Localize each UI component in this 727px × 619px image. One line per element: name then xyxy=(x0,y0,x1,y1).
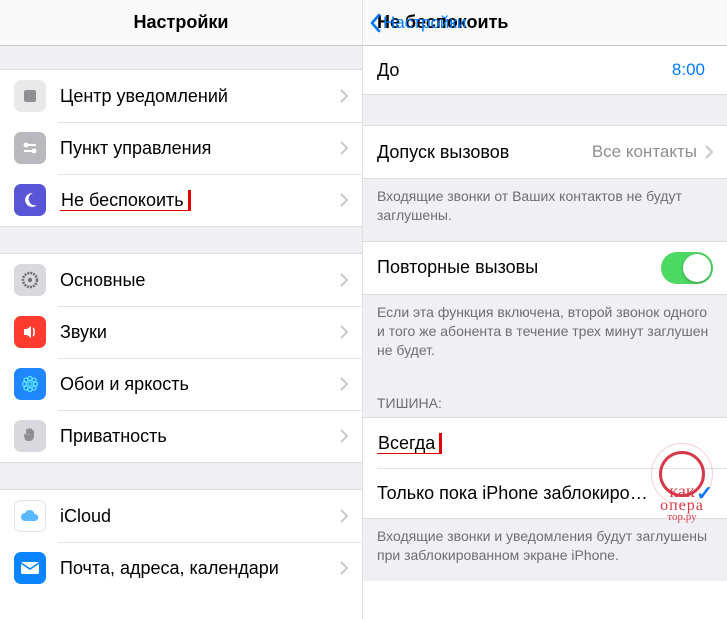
row-allow-calls[interactable]: Допуск вызовов Все контакты xyxy=(363,126,727,178)
chevron-right-icon xyxy=(340,141,348,155)
allow-calls-label: Допуск вызовов xyxy=(377,142,592,163)
row-control-center[interactable]: Пункт управления xyxy=(0,122,362,174)
chevron-right-icon xyxy=(340,89,348,103)
repeat-calls-footer: Если эта функция включена, второй звонок… xyxy=(363,294,727,376)
row-label: Не беспокоить xyxy=(60,190,340,211)
mail-icon xyxy=(14,552,46,584)
row-repeat-calls[interactable]: Повторные вызовы xyxy=(363,242,727,294)
control-center-icon xyxy=(14,132,46,164)
row-sounds[interactable]: Звуки xyxy=(0,306,362,358)
chevron-left-icon xyxy=(369,13,381,33)
row-silence-locked[interactable]: Только пока iPhone заблокиро… ✓ xyxy=(363,468,727,518)
allow-calls-footer: Входящие звонки от Ваших контактов не бу… xyxy=(363,178,727,242)
settings-main-panel: Настройки Центр уведомлений Пункт управл… xyxy=(0,0,363,619)
chevron-right-icon xyxy=(340,273,348,287)
chevron-right-icon xyxy=(340,509,348,523)
silence-always-label: Всегда xyxy=(377,433,713,454)
row-icloud[interactable]: iCloud xyxy=(0,490,362,542)
row-do-not-disturb[interactable]: Не беспокоить xyxy=(0,174,362,226)
chevron-right-icon xyxy=(340,193,348,207)
row-label: Центр уведомлений xyxy=(60,86,340,107)
row-label: Почта, адреса, календари xyxy=(60,558,340,579)
silence-footer: Входящие звонки и уведомления будут загл… xyxy=(363,518,727,581)
group-gap xyxy=(363,94,727,126)
back-label: Настройки xyxy=(383,13,466,33)
row-label: Пункт управления xyxy=(60,138,340,159)
notifications-icon xyxy=(14,80,46,112)
row-general[interactable]: Основные xyxy=(0,254,362,306)
moon-icon xyxy=(14,184,46,216)
group-gap xyxy=(0,226,362,254)
until-label: До xyxy=(377,60,672,81)
header-right: Настройки Не беспокоить xyxy=(363,0,727,46)
row-notifications[interactable]: Центр уведомлений xyxy=(0,70,362,122)
gear-icon xyxy=(14,264,46,296)
hand-icon xyxy=(14,420,46,452)
row-until[interactable]: До 8:00 xyxy=(363,46,727,94)
until-value: 8:00 xyxy=(672,60,705,80)
chevron-right-icon xyxy=(340,377,348,391)
chevron-right-icon xyxy=(340,561,348,575)
header-left: Настройки xyxy=(0,0,362,46)
dnd-detail-panel: Настройки Не беспокоить До 8:00 Допуск в… xyxy=(363,0,727,619)
chevron-right-icon xyxy=(340,429,348,443)
row-label: Приватность xyxy=(60,426,340,447)
silence-locked-label: Только пока iPhone заблокиро… xyxy=(377,483,690,504)
header-title-left: Настройки xyxy=(134,12,229,33)
speaker-icon xyxy=(14,316,46,348)
allow-calls-value: Все контакты xyxy=(592,142,697,162)
row-label: Обои и яркость xyxy=(60,374,340,395)
checkmark-icon: ✓ xyxy=(696,481,713,506)
chevron-right-icon xyxy=(705,145,713,159)
repeat-calls-label: Повторные вызовы xyxy=(377,257,661,278)
flower-icon xyxy=(14,368,46,400)
row-wallpaper[interactable]: Обои и яркость xyxy=(0,358,362,410)
row-silence-always[interactable]: Всегда xyxy=(363,418,727,468)
back-button[interactable]: Настройки xyxy=(369,13,466,33)
group-gap xyxy=(0,462,362,490)
group-gap xyxy=(0,46,362,70)
row-mail[interactable]: Почта, адреса, календари xyxy=(0,542,362,594)
cloud-icon xyxy=(14,500,46,532)
chevron-right-icon xyxy=(340,325,348,339)
row-label: iCloud xyxy=(60,506,340,527)
repeat-calls-toggle[interactable] xyxy=(661,252,713,284)
silence-header: ТИШИНА: xyxy=(363,375,727,418)
row-label: Основные xyxy=(60,270,340,291)
row-privacy[interactable]: Приватность xyxy=(0,410,362,462)
row-label: Звуки xyxy=(60,322,340,343)
